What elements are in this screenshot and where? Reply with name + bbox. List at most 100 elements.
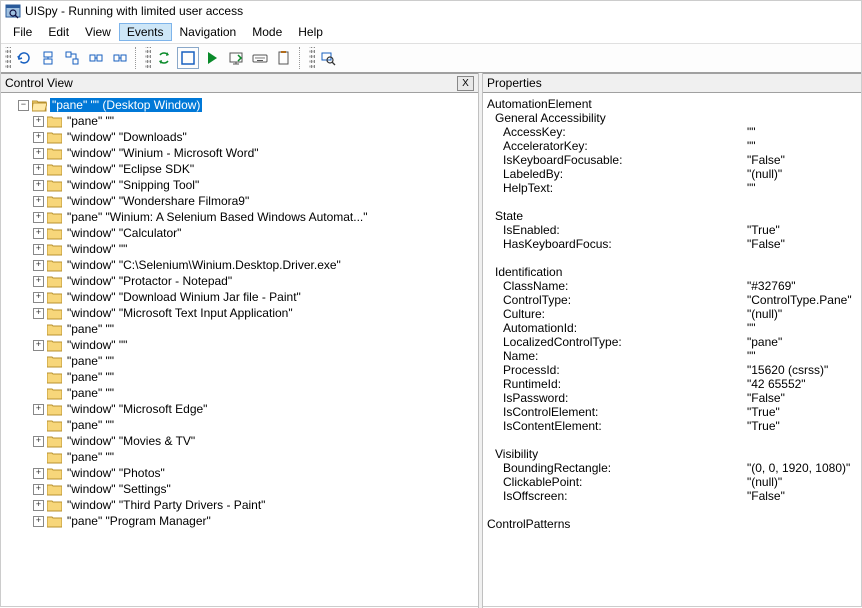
expander-icon[interactable]: +	[33, 180, 44, 191]
next-sibling-button[interactable]	[109, 47, 131, 69]
expander-icon[interactable]: +	[33, 164, 44, 175]
toolbar-grip[interactable]	[309, 47, 315, 69]
prop-value: "ControlType.Pane"	[747, 293, 859, 307]
folder-icon	[47, 387, 62, 400]
tree-item[interactable]: +"window" "Settings"	[3, 481, 476, 497]
menu-navigation[interactable]: Navigation	[172, 23, 245, 41]
tree-item[interactable]: "pane" ""	[3, 321, 476, 337]
tree-item[interactable]: +"window" ""	[3, 241, 476, 257]
expander-icon[interactable]: +	[33, 292, 44, 303]
folder-icon	[47, 179, 62, 192]
tree-item[interactable]: "pane" ""	[3, 353, 476, 369]
keyboard-button[interactable]	[249, 47, 271, 69]
control-tree[interactable]: −"pane" "" (Desktop Window)+"pane" ""+"w…	[3, 97, 476, 529]
tree-item[interactable]: +"window" "Eclipse SDK"	[3, 161, 476, 177]
tree-item[interactable]: +"window" "Third Party Drivers - Paint"	[3, 497, 476, 513]
expander-icon[interactable]: +	[33, 436, 44, 447]
menu-help[interactable]: Help	[290, 23, 331, 41]
tree-item[interactable]: +"window" "Download Winium Jar file - Pa…	[3, 289, 476, 305]
prop-key: ClassName:	[487, 279, 747, 293]
tree-item[interactable]: "pane" ""	[3, 417, 476, 433]
prop-row: BoundingRectangle:"(0, 0, 1920, 1080)"	[487, 461, 859, 475]
close-panel-button[interactable]: X	[457, 76, 474, 91]
highlight-button[interactable]	[177, 47, 199, 69]
prev-sibling-button[interactable]	[85, 47, 107, 69]
tree-item[interactable]: +"pane" "Winium: A Selenium Based Window…	[3, 209, 476, 225]
menu-view[interactable]: View	[77, 23, 119, 41]
tree-item[interactable]: "pane" ""	[3, 449, 476, 465]
expander-icon[interactable]: +	[33, 260, 44, 271]
tree-item[interactable]: +"window" "Microsoft Edge"	[3, 401, 476, 417]
tree-item[interactable]: +"window" ""	[3, 337, 476, 353]
clipboard-button[interactable]	[273, 47, 295, 69]
expander-icon[interactable]: +	[33, 116, 44, 127]
parent-button[interactable]	[37, 47, 59, 69]
prop-row: HasKeyboardFocus:"False"	[487, 237, 859, 251]
expander-icon[interactable]: +	[33, 228, 44, 239]
tree-item[interactable]: +"window" "Microsoft Text Input Applicat…	[3, 305, 476, 321]
prop-value: "42 65552"	[747, 377, 859, 391]
find-button[interactable]	[317, 47, 339, 69]
menu-mode[interactable]: Mode	[244, 23, 290, 41]
output-button[interactable]	[225, 47, 247, 69]
tree-item[interactable]: + "window" "Movies & TV"	[3, 433, 476, 449]
prop-value: "False"	[747, 391, 859, 405]
tree-item[interactable]: +"window" "C:\Selenium\Winium.Desktop.Dr…	[3, 257, 476, 273]
prop-value: "(null)"	[747, 307, 859, 321]
play-button[interactable]	[201, 47, 223, 69]
prop-key: IsControlElement:	[487, 405, 747, 419]
prop-value: ""	[747, 139, 859, 153]
tree-item-label: "pane" ""	[65, 354, 116, 368]
tree-item-label: "pane" ""	[65, 418, 116, 432]
folder-icon	[47, 371, 62, 384]
expander-blank	[33, 420, 44, 431]
tree-item[interactable]: "pane" ""	[3, 385, 476, 401]
prop-row: HelpText:""	[487, 181, 859, 195]
expander-icon[interactable]: +	[33, 212, 44, 223]
tree-item[interactable]: +"window" "Wondershare Filmora9"	[3, 193, 476, 209]
expander-icon[interactable]: +	[33, 276, 44, 287]
tree-item-label: "pane" ""	[65, 322, 116, 336]
expander-icon[interactable]: +	[33, 132, 44, 143]
properties-body[interactable]: AutomationElement General Accessibility …	[483, 93, 861, 608]
toolbar-grip[interactable]	[145, 47, 151, 69]
tree-item[interactable]: +"window" "Calculator"	[3, 225, 476, 241]
tree-item[interactable]: +"pane" ""	[3, 113, 476, 129]
expander-icon[interactable]: +	[33, 516, 44, 527]
tree-item[interactable]: +"window" "Snipping Tool"	[3, 177, 476, 193]
expander-icon[interactable]: +	[33, 404, 44, 415]
tree-item-label: "window" "Movies & TV"	[65, 434, 197, 448]
toolbar-separator	[135, 47, 141, 69]
prop-key: IsContentElement:	[487, 419, 747, 433]
prop-key: Name:	[487, 349, 747, 363]
menu-events[interactable]: Events	[119, 23, 172, 41]
tree-item[interactable]: +"pane" "Program Manager"	[3, 513, 476, 529]
tree-item[interactable]: +"window" "Downloads"	[3, 129, 476, 145]
expander-icon[interactable]: +	[33, 148, 44, 159]
menu-file[interactable]: File	[5, 23, 40, 41]
expander-icon[interactable]: +	[33, 196, 44, 207]
prop-row: LabeledBy:"(null)"	[487, 167, 859, 181]
expander-icon[interactable]: +	[33, 244, 44, 255]
expander-icon[interactable]: −	[18, 100, 29, 111]
expander-icon[interactable]: +	[33, 340, 44, 351]
tree-root[interactable]: − "pane" "" (Desktop Window)	[3, 97, 476, 113]
expander-icon[interactable]: +	[33, 468, 44, 479]
tree-item-label: "pane" "" (Desktop Window)	[50, 98, 202, 112]
prop-row: Culture:"(null)"	[487, 307, 859, 321]
refresh-button[interactable]	[13, 47, 35, 69]
prop-value: "pane"	[747, 335, 859, 349]
refresh2-button[interactable]	[153, 47, 175, 69]
expander-icon[interactable]: +	[33, 308, 44, 319]
tree-item[interactable]: +"window" "Winium - Microsoft Word"	[3, 145, 476, 161]
first-child-button[interactable]	[61, 47, 83, 69]
tree-item[interactable]: +"window" "Protactor - Notepad"	[3, 273, 476, 289]
expander-icon[interactable]: +	[33, 484, 44, 495]
tree-item[interactable]: "pane" ""	[3, 369, 476, 385]
folder-icon	[47, 259, 62, 272]
expander-icon[interactable]: +	[33, 500, 44, 511]
menu-edit[interactable]: Edit	[40, 23, 77, 41]
tree-item[interactable]: +"window" "Photos"	[3, 465, 476, 481]
toolbar-grip[interactable]	[5, 47, 11, 69]
control-view-body[interactable]: −"pane" "" (Desktop Window)+"pane" ""+"w…	[1, 93, 478, 608]
